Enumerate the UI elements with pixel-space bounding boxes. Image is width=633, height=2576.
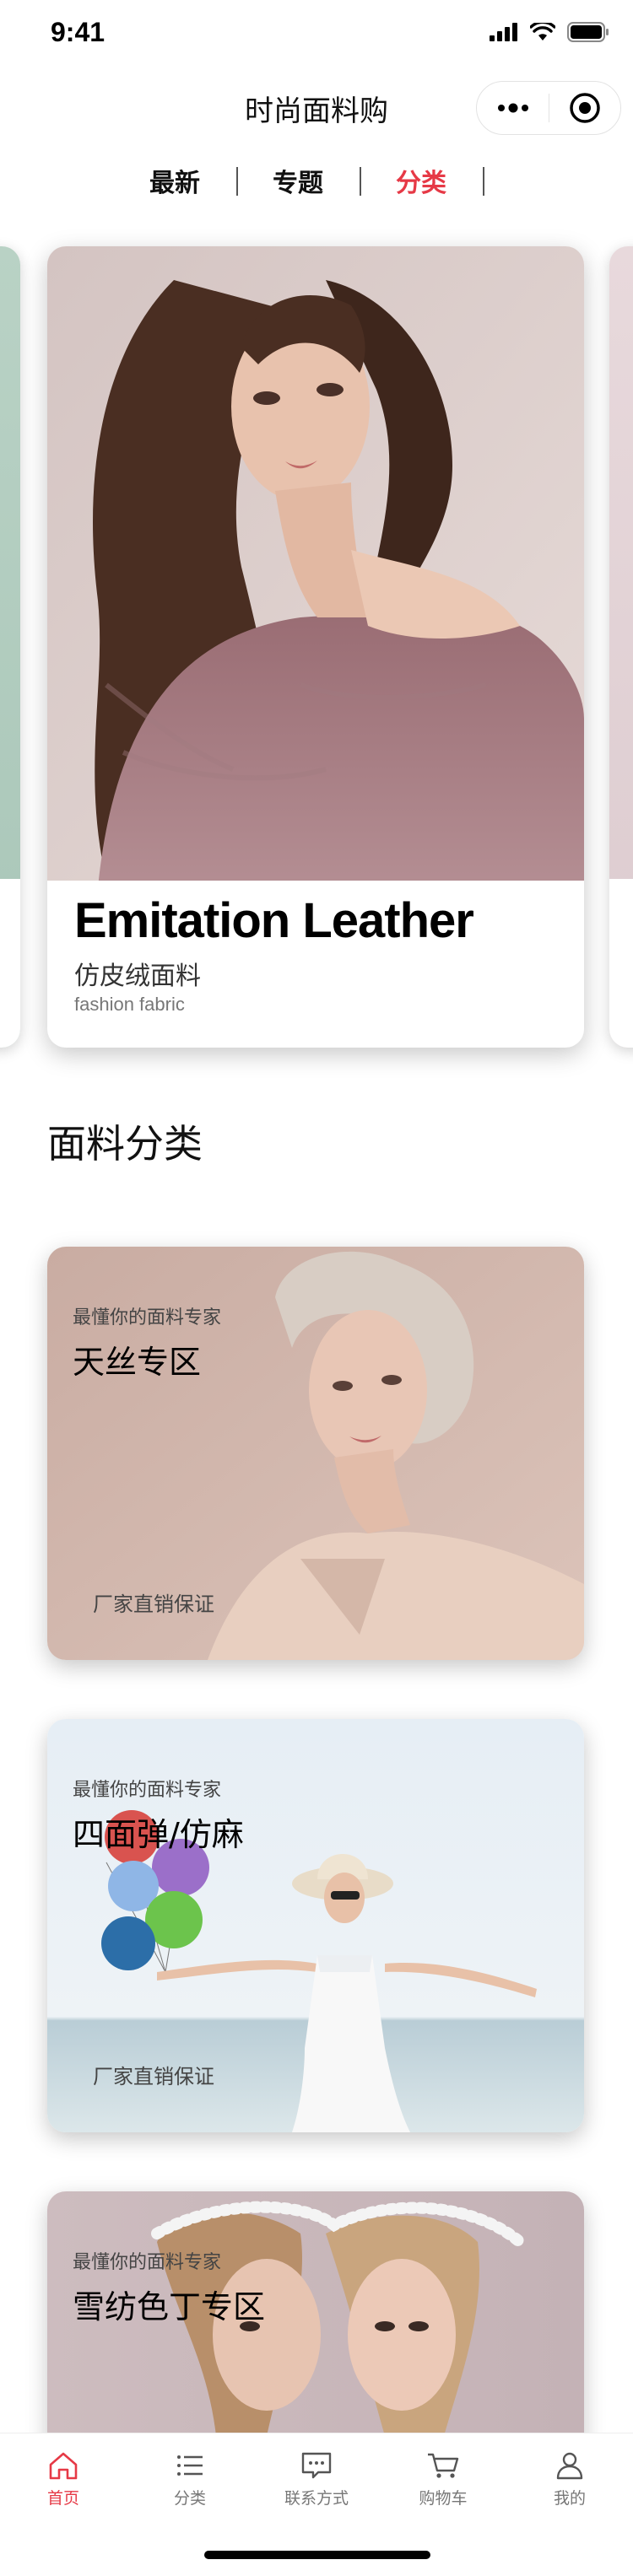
section-title: 面料分类 [47,1121,203,1167]
more-dots-icon [497,103,528,113]
category-title: 四面弹/仿麻 [73,1816,244,1853]
list-icon [177,2455,203,2476]
cart-icon [428,2453,459,2478]
tabbar-item-category[interactable]: 分类 [127,2450,253,2518]
carousel-next-card[interactable] [609,246,633,1048]
category-tagline: 最懂你的面料专家 [73,1780,222,1801]
tab-latest[interactable]: 最新 [149,162,200,199]
more-button[interactable] [477,81,549,135]
tabbar-item-contact[interactable]: 联系方式 [253,2450,380,2518]
tabbar-item-cart[interactable]: 购物车 [380,2450,506,2518]
category-footer: 厂家直销保证 [93,2065,214,2088]
category-title: 雪纺色丁专区 [73,2288,266,2325]
tabbar-label: 分类 [173,2489,206,2508]
wifi-icon [530,23,555,40]
status-time: 9:41 [51,17,106,47]
chat-icon [301,2452,332,2479]
tabbar-label: 联系方式 [284,2489,349,2508]
status-icons [490,22,609,42]
hero-model-photo [47,246,584,881]
carousel-prev-card[interactable] [0,246,20,1048]
hero-subtitle: fashion fabric [74,994,185,1015]
category-footer: 厂家直销保证 [93,1592,214,1616]
mini-program-capsule [476,81,621,135]
home-icon [49,2452,78,2480]
tabbar-label: 购物车 [419,2489,468,2508]
tab-topics[interactable]: 专题 [273,162,323,199]
tabbar-label: 首页 [46,2489,79,2508]
tabbar-item-profile[interactable]: 我的 [506,2450,633,2518]
tab-divider [236,167,238,196]
category-title: 天丝专区 [73,1344,202,1381]
close-miniprogram-button[interactable] [549,81,620,135]
category-card-stretch-linen[interactable]: 最懂你的面料专家 四面弹/仿麻 厂家直销保证 [47,1719,584,2132]
hero-title-en: Emitation Leather [74,893,474,948]
target-icon [570,93,600,123]
tab-divider [360,167,361,196]
user-icon [556,2452,583,2480]
category-tagline: 最懂你的面料专家 [73,2252,222,2273]
tab-category[interactable]: 分类 [396,162,446,199]
category-tagline: 最懂你的面料专家 [73,1307,222,1328]
hero-title-cn: 仿皮绒面料 [74,962,201,991]
status-bar: 9:41 [0,0,633,74]
carousel-hero-card[interactable]: Emitation Leather 仿皮绒面料 fashion fabric [47,246,584,1048]
home-indicator [204,2551,430,2559]
battery-icon [567,22,609,42]
top-tabs: 最新 专题 分类 [0,162,633,206]
tab-divider [483,167,484,196]
category-card-tencel[interactable]: 最懂你的面料专家 天丝专区 厂家直销保证 [47,1247,584,1660]
tabbar-label: 我的 [553,2489,586,2508]
signal-icon [490,23,517,41]
tabbar-item-home[interactable]: 首页 [0,2450,127,2518]
